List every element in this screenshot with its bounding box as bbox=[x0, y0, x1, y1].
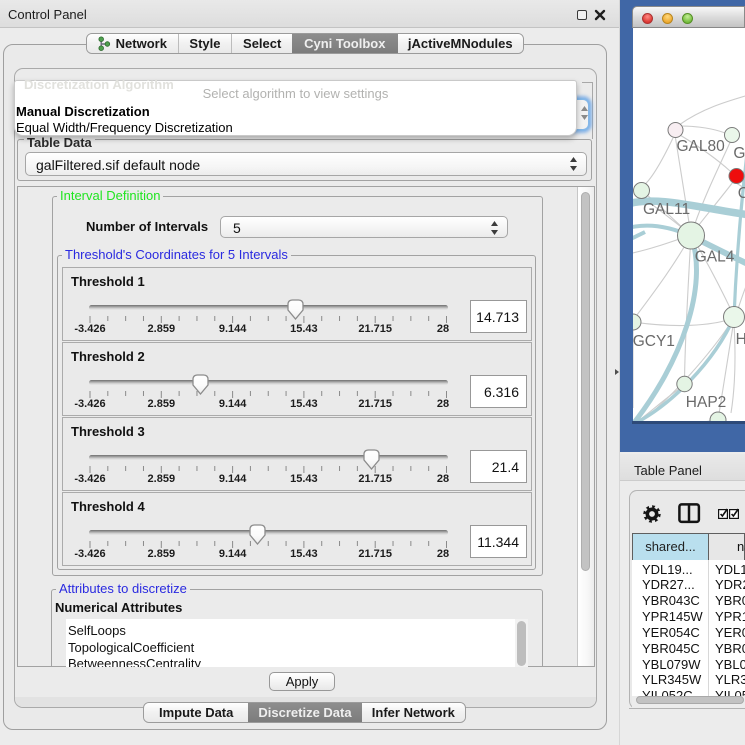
svg-text:GCY1: GCY1 bbox=[633, 333, 675, 350]
svg-text:HAP2: HAP2 bbox=[686, 394, 727, 411]
svg-text:H: H bbox=[736, 331, 745, 348]
svg-text:GA: GA bbox=[733, 145, 745, 162]
svg-text:C: C bbox=[738, 185, 745, 202]
svg-text:GAL80: GAL80 bbox=[677, 138, 726, 155]
svg-text:GAL11: GAL11 bbox=[643, 201, 690, 218]
svg-text:GAL4: GAL4 bbox=[695, 249, 735, 266]
